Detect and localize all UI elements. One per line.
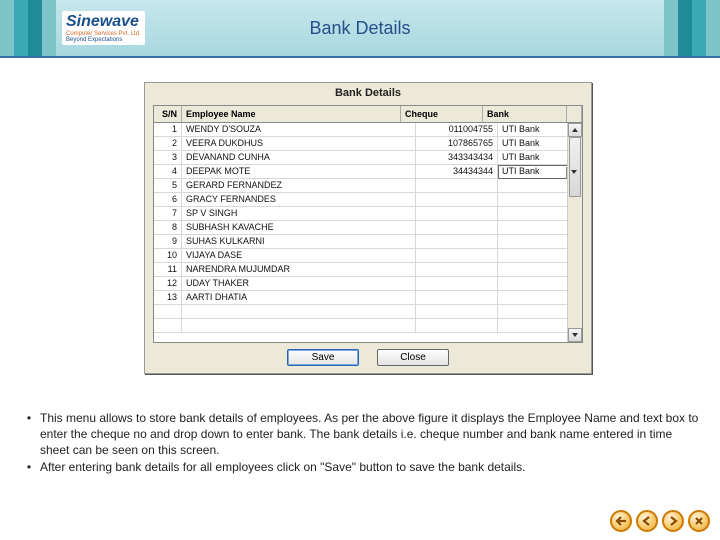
bullet-icon: •: [18, 459, 40, 475]
table-row[interactable]: 1WENDY D'SOUZA011004755UTI Bank: [154, 123, 582, 137]
cell-sn: 1: [154, 123, 182, 136]
cheque-input[interactable]: [416, 221, 498, 234]
cell-sn: 9: [154, 235, 182, 248]
cheque-input[interactable]: [416, 249, 498, 262]
cheque-input[interactable]: 343343434: [416, 151, 498, 164]
dialog-title: Bank Details: [145, 83, 591, 103]
nav-prev-button[interactable]: [636, 510, 658, 532]
col-header-bank[interactable]: Bank: [483, 106, 567, 122]
grid-body: 1WENDY D'SOUZA011004755UTI Bank2VEERA DU…: [154, 123, 582, 342]
scroll-track[interactable]: [568, 137, 582, 328]
cell-employee-name: UDAY THAKER: [182, 277, 416, 290]
cell-sn: 7: [154, 207, 182, 220]
cell-employee-name: GRACY FERNANDES: [182, 193, 416, 206]
header-stripes-right: [664, 0, 720, 56]
cell-employee-name: AARTI DHATIA: [182, 291, 416, 304]
cell-sn: 13: [154, 291, 182, 304]
cheque-input[interactable]: 107865765: [416, 137, 498, 150]
table-row[interactable]: 2VEERA DUKDHUS107865765UTI Bank: [154, 137, 582, 151]
cheque-input[interactable]: [416, 263, 498, 276]
scroll-up-button[interactable]: [568, 123, 582, 137]
nav-close-button[interactable]: [688, 510, 710, 532]
table-row[interactable]: 10VIJAYA DASE: [154, 249, 582, 263]
cheque-input[interactable]: [416, 291, 498, 304]
slide-nav: [610, 510, 710, 532]
chevron-down-icon: [571, 170, 577, 174]
table-row[interactable]: 12UDAY THAKER: [154, 277, 582, 291]
logo-tagline: Beyond Expectations: [66, 37, 141, 43]
col-header-sn[interactable]: S/N: [154, 106, 182, 122]
col-header-scroll: [567, 106, 582, 122]
cell-employee-name: VIJAYA DASE: [182, 249, 416, 262]
nav-next-button[interactable]: [662, 510, 684, 532]
chevron-down-icon: [572, 333, 578, 337]
cell-employee-name: SP V SINGH: [182, 207, 416, 220]
table-row[interactable]: 7SP V SINGH: [154, 207, 582, 221]
cell-employee-name: DEVANAND CUNHA: [182, 151, 416, 164]
logo: Sinewave Computer Services Pvt. Ltd. Bey…: [62, 11, 145, 45]
close-button[interactable]: Close: [377, 349, 449, 366]
cheque-input[interactable]: [416, 179, 498, 192]
table-row[interactable]: 11NARENDRA MUJUMDAR: [154, 263, 582, 277]
cell-employee-name: GERARD FERNANDEZ: [182, 179, 416, 192]
cheque-input[interactable]: [416, 235, 498, 248]
header-stripes-left: [0, 0, 56, 56]
cheque-input[interactable]: [416, 207, 498, 220]
employee-grid: S/N Employee Name Cheque Bank 1WENDY D'S…: [153, 105, 583, 343]
cell-employee-name: WENDY D'SOUZA: [182, 123, 416, 136]
nav-first-button[interactable]: [610, 510, 632, 532]
cheque-input[interactable]: [416, 277, 498, 290]
cell-sn: 3: [154, 151, 182, 164]
cheque-input[interactable]: 011004755: [416, 123, 498, 136]
cell-sn: 5: [154, 179, 182, 192]
vertical-scrollbar[interactable]: [567, 123, 582, 342]
cell-employee-name: NARENDRA MUJUMDAR: [182, 263, 416, 276]
bullet-icon: •: [18, 410, 40, 459]
col-header-cheque[interactable]: Cheque: [401, 106, 483, 122]
slide-notes: •This menu allows to store bank details …: [18, 410, 700, 475]
cell-sn: 11: [154, 263, 182, 276]
cell-sn: 2: [154, 137, 182, 150]
table-row[interactable]: 5GERARD FERNANDEZ: [154, 179, 582, 193]
cell-employee-name: SUHAS KULKARNI: [182, 235, 416, 248]
grid-header: S/N Employee Name Cheque Bank: [154, 106, 582, 123]
table-row[interactable]: 8SUBHASH KAVACHE: [154, 221, 582, 235]
table-row[interactable]: 3DEVANAND CUNHA343343434UTI Bank: [154, 151, 582, 165]
save-button[interactable]: Save: [287, 349, 359, 366]
cell-employee-name: DEEPAK MOTE: [182, 165, 416, 178]
col-header-name[interactable]: Employee Name: [182, 106, 401, 122]
scroll-thumb[interactable]: [569, 137, 581, 197]
cell-sn: 6: [154, 193, 182, 206]
note-line-2: After entering bank details for all empl…: [40, 459, 700, 475]
scroll-down-button[interactable]: [568, 328, 582, 342]
cell-sn: 12: [154, 277, 182, 290]
cheque-input[interactable]: 34434344: [416, 165, 498, 178]
cell-sn: 8: [154, 221, 182, 234]
cell-employee-name: VEERA DUKDHUS: [182, 137, 416, 150]
table-row: [154, 319, 582, 333]
dialog-button-row: Save Close: [145, 343, 591, 366]
table-row: [154, 305, 582, 319]
note-line-1: This menu allows to store bank details o…: [40, 410, 700, 459]
cell-sn: 4: [154, 165, 182, 178]
header-bar: Sinewave Computer Services Pvt. Ltd. Bey…: [0, 0, 720, 58]
cheque-input[interactable]: [416, 193, 498, 206]
table-row[interactable]: 9SUHAS KULKARNI: [154, 235, 582, 249]
bank-details-dialog: Bank Details S/N Employee Name Cheque Ba…: [144, 82, 592, 374]
cell-sn: 10: [154, 249, 182, 262]
logo-brand: Sinewave: [66, 13, 141, 31]
chevron-up-icon: [572, 128, 578, 132]
table-row[interactable]: 4DEEPAK MOTE34434344UTI Bank: [154, 165, 582, 179]
table-row[interactable]: 6GRACY FERNANDES: [154, 193, 582, 207]
cell-employee-name: SUBHASH KAVACHE: [182, 221, 416, 234]
table-row[interactable]: 13AARTI DHATIA: [154, 291, 582, 305]
